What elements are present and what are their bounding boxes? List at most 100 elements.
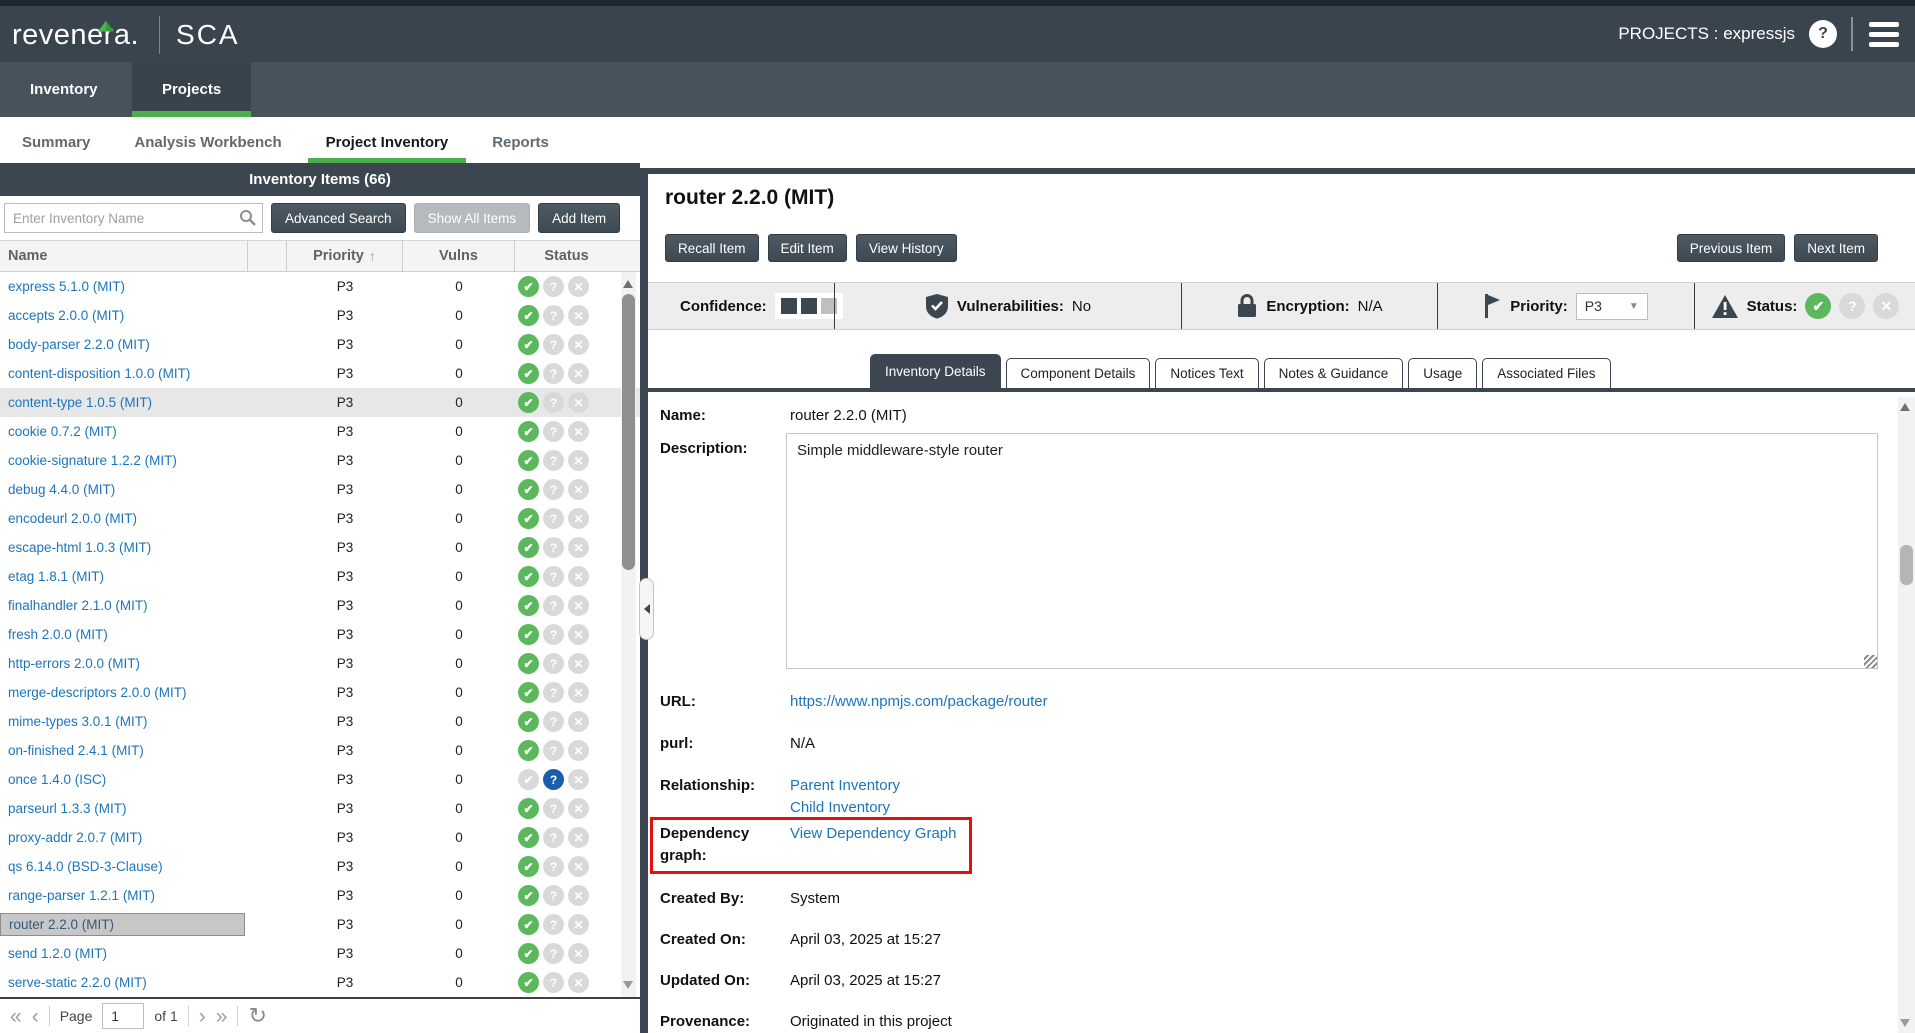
question-status-icon[interactable]: ? xyxy=(543,827,564,848)
column-header-name[interactable]: Name xyxy=(0,241,248,271)
question-status-icon[interactable]: ? xyxy=(543,885,564,906)
scrollbar-thumb[interactable] xyxy=(622,294,635,570)
reject-status-icon[interactable]: ✕ xyxy=(568,711,589,732)
approve-status-icon[interactable]: ✔ xyxy=(518,943,539,964)
scroll-down-icon[interactable] xyxy=(623,981,633,989)
detail-tab-notes-guidance[interactable]: Notes & Guidance xyxy=(1264,358,1404,388)
view-dependency-graph-link[interactable]: View Dependency Graph xyxy=(790,825,957,842)
inventory-search-input[interactable] xyxy=(4,203,263,233)
inventory-row[interactable]: range-parser 1.2.1 (MIT)P30✔?✕ xyxy=(0,881,640,910)
reject-status-icon[interactable]: ✕ xyxy=(568,914,589,935)
question-status-icon[interactable]: ? xyxy=(543,972,564,993)
question-status-icon[interactable]: ? xyxy=(543,508,564,529)
reject-status-icon[interactable]: ✕ xyxy=(568,363,589,384)
reject-status-icon[interactable]: ✕ xyxy=(568,827,589,848)
next-page-icon[interactable]: › xyxy=(199,1006,206,1027)
reject-status-icon[interactable]: ✕ xyxy=(568,450,589,471)
reject-status-icon[interactable]: ✕ xyxy=(568,885,589,906)
child-inventory-link[interactable]: Child Inventory xyxy=(790,799,890,816)
inventory-item-link[interactable]: cookie-signature 1.2.2 (MIT) xyxy=(8,453,177,468)
question-status-icon[interactable]: ? xyxy=(543,450,564,471)
reject-status-icon[interactable]: ✕ xyxy=(568,392,589,413)
question-status-icon[interactable]: ? xyxy=(543,595,564,616)
approve-status-icon[interactable]: ✔ xyxy=(518,305,539,326)
inventory-row[interactable]: content-disposition 1.0.0 (MIT)P30✔?✕ xyxy=(0,359,640,388)
tab-reports[interactable]: Reports xyxy=(474,124,567,163)
question-status-icon[interactable]: ? xyxy=(543,769,564,790)
hamburger-menu-icon[interactable] xyxy=(1867,18,1901,51)
reject-status-icon[interactable]: ✕ xyxy=(568,276,589,297)
approve-status-icon[interactable]: ✔ xyxy=(518,798,539,819)
inventory-row[interactable]: finalhandler 2.1.0 (MIT)P30✔?✕ xyxy=(0,591,640,620)
next-item-button[interactable]: Next Item xyxy=(1794,234,1878,262)
approve-status-icon[interactable]: ✔ xyxy=(1805,293,1831,319)
inventory-item-link[interactable]: mime-types 3.0.1 (MIT) xyxy=(8,714,148,729)
previous-item-button[interactable]: Previous Item xyxy=(1677,234,1786,262)
description-textarea[interactable]: Simple middleware-style router xyxy=(786,433,1878,669)
inventory-item-link[interactable]: proxy-addr 2.0.7 (MIT) xyxy=(8,830,142,845)
inventory-row[interactable]: accepts 2.0.0 (MIT)P30✔?✕ xyxy=(0,301,640,330)
detail-tab-inventory-details[interactable]: Inventory Details xyxy=(870,354,1001,388)
question-status-icon[interactable]: ? xyxy=(543,740,564,761)
reject-status-icon[interactable]: ✕ xyxy=(568,856,589,877)
question-status-icon[interactable]: ? xyxy=(543,624,564,645)
question-status-icon[interactable]: ? xyxy=(543,305,564,326)
approve-status-icon[interactable]: ✔ xyxy=(518,740,539,761)
inventory-row[interactable]: fresh 2.0.0 (MIT)P30✔?✕ xyxy=(0,620,640,649)
edit-item-button[interactable]: Edit Item xyxy=(768,234,847,262)
inventory-item-link[interactable]: express 5.1.0 (MIT) xyxy=(8,279,125,294)
inventory-item-link[interactable]: escape-html 1.0.3 (MIT) xyxy=(8,540,151,555)
approve-status-icon[interactable]: ✔ xyxy=(518,972,539,993)
question-status-icon[interactable]: ? xyxy=(543,566,564,587)
inventory-row[interactable]: send 1.2.0 (MIT)P30✔?✕ xyxy=(0,939,640,968)
reject-status-icon[interactable]: ✕ xyxy=(568,624,589,645)
inventory-row[interactable]: merge-descriptors 2.0.0 (MIT)P30✔?✕ xyxy=(0,678,640,707)
inventory-row[interactable]: cookie-signature 1.2.2 (MIT)P30✔?✕ xyxy=(0,446,640,475)
approve-status-icon[interactable]: ✔ xyxy=(518,421,539,442)
add-item-button[interactable]: Add Item xyxy=(538,203,620,233)
question-status-icon[interactable]: ? xyxy=(543,653,564,674)
approve-status-icon[interactable]: ✔ xyxy=(518,914,539,935)
inventory-item-link[interactable]: finalhandler 2.1.0 (MIT) xyxy=(8,598,148,613)
inventory-item-link[interactable]: debug 4.4.0 (MIT) xyxy=(8,482,115,497)
inventory-row[interactable]: body-parser 2.2.0 (MIT)P30✔?✕ xyxy=(0,330,640,359)
inventory-item-link[interactable]: send 1.2.0 (MIT) xyxy=(8,946,107,961)
inventory-item-link[interactable]: range-parser 1.2.1 (MIT) xyxy=(8,888,155,903)
detail-scrollbar[interactable] xyxy=(1898,397,1915,1033)
inventory-row[interactable]: once 1.4.0 (ISC)P30✔?✕ xyxy=(0,765,640,794)
first-page-icon[interactable]: « xyxy=(10,1006,22,1027)
inventory-item-link[interactable]: on-finished 2.4.1 (MIT) xyxy=(8,743,144,758)
inventory-item-link[interactable]: serve-static 2.2.0 (MIT) xyxy=(8,975,147,990)
inventory-row[interactable]: etag 1.8.1 (MIT)P30✔?✕ xyxy=(0,562,640,591)
question-status-icon[interactable]: ? xyxy=(543,421,564,442)
tab-projects[interactable]: Projects xyxy=(132,62,251,117)
inventory-row[interactable]: mime-types 3.0.1 (MIT)P30✔?✕ xyxy=(0,707,640,736)
inventory-item-link[interactable]: http-errors 2.0.0 (MIT) xyxy=(8,656,140,671)
view-history-button[interactable]: View History xyxy=(856,234,957,262)
question-status-icon[interactable]: ? xyxy=(543,914,564,935)
approve-status-icon[interactable]: ✔ xyxy=(518,334,539,355)
approve-status-icon[interactable]: ✔ xyxy=(518,537,539,558)
panel-collapse-handle[interactable] xyxy=(639,578,654,640)
approve-status-icon[interactable]: ✔ xyxy=(518,769,539,790)
reject-status-icon[interactable]: ✕ xyxy=(568,479,589,500)
inventory-item-link[interactable]: accepts 2.0.0 (MIT) xyxy=(8,308,124,323)
inventory-row[interactable]: escape-html 1.0.3 (MIT)P30✔?✕ xyxy=(0,533,640,562)
inventory-item-link[interactable]: merge-descriptors 2.0.0 (MIT) xyxy=(8,685,187,700)
scrollbar-thumb[interactable] xyxy=(1900,545,1913,585)
question-status-icon[interactable]: ? xyxy=(543,943,564,964)
inventory-item-link[interactable]: parseurl 1.3.3 (MIT) xyxy=(8,801,127,816)
inventory-item-link[interactable]: cookie 0.7.2 (MIT) xyxy=(8,424,117,439)
approve-status-icon[interactable]: ✔ xyxy=(518,479,539,500)
inventory-item-link[interactable]: content-disposition 1.0.0 (MIT) xyxy=(8,366,190,381)
inventory-row[interactable]: http-errors 2.0.0 (MIT)P30✔?✕ xyxy=(0,649,640,678)
inventory-row[interactable]: proxy-addr 2.0.7 (MIT)P30✔?✕ xyxy=(0,823,640,852)
reject-status-icon[interactable]: ✕ xyxy=(568,798,589,819)
approve-status-icon[interactable]: ✔ xyxy=(518,885,539,906)
advanced-search-button[interactable]: Advanced Search xyxy=(271,203,406,233)
url-link[interactable]: https://www.npmjs.com/package/router xyxy=(790,693,1048,710)
previous-page-icon[interactable]: ‹ xyxy=(32,1006,39,1027)
detail-tab-usage[interactable]: Usage xyxy=(1408,358,1477,388)
approve-status-icon[interactable]: ✔ xyxy=(518,856,539,877)
question-status-icon[interactable]: ? xyxy=(543,682,564,703)
